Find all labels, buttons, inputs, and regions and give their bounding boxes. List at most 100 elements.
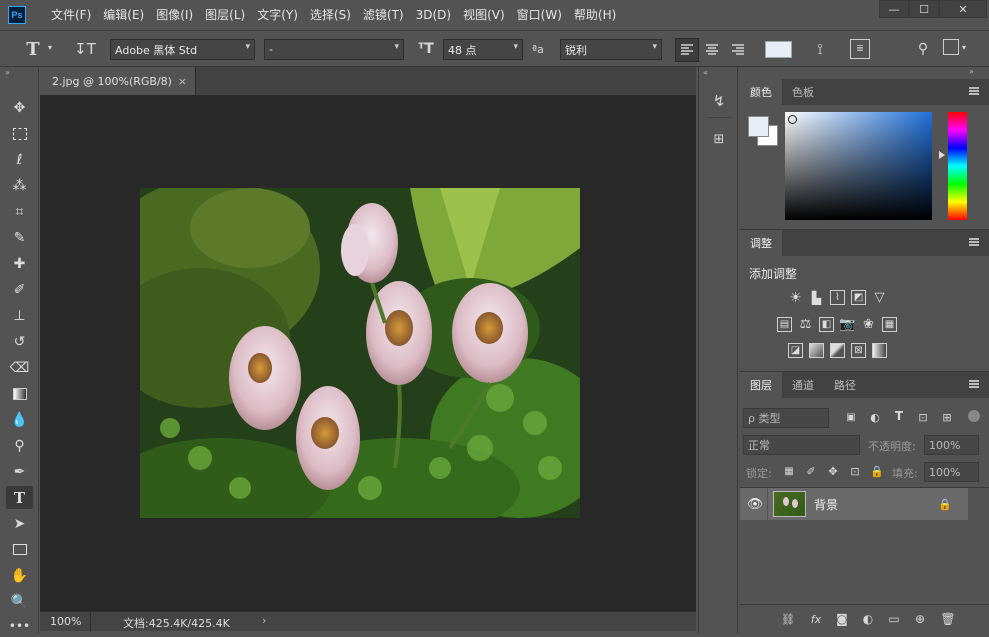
lock-all-icon[interactable]: 🔒 xyxy=(870,464,884,478)
filter-shape-icon[interactable]: ⊡ xyxy=(916,410,930,424)
tab-paths[interactable]: 路径 xyxy=(824,372,866,398)
pen-tool-icon[interactable]: ✒ xyxy=(6,460,33,483)
lasso-tool-icon[interactable]: ℓ xyxy=(6,148,33,171)
search-icon[interactable]: ⚲ xyxy=(913,39,933,59)
minimize-button[interactable]: — xyxy=(879,0,909,18)
align-right-button[interactable] xyxy=(727,39,749,61)
gradient-map-icon[interactable] xyxy=(872,343,887,358)
fill-input[interactable]: 100% xyxy=(924,462,979,482)
character-panel-icon[interactable]: ≣ xyxy=(850,39,870,59)
text-color-swatch[interactable] xyxy=(765,41,792,58)
chevron-down-icon[interactable]: ▾ xyxy=(962,43,966,52)
document-image[interactable] xyxy=(140,188,580,518)
move-tool-icon[interactable]: ✥ xyxy=(6,96,33,119)
color-lookup-icon[interactable]: ▦ xyxy=(882,317,897,332)
photo-filter-icon[interactable]: 📷 xyxy=(839,317,855,332)
more-tools-icon[interactable]: ••• xyxy=(6,614,33,637)
tab-channels[interactable]: 通道 xyxy=(782,372,824,398)
color-field[interactable] xyxy=(785,112,932,220)
history-brush-tool-icon[interactable]: ↺ xyxy=(6,330,33,353)
layer-name[interactable]: 背景 xyxy=(814,496,838,513)
filter-smart-object-icon[interactable]: ⊞ xyxy=(940,410,954,424)
invert-icon[interactable]: ◪ xyxy=(788,343,803,358)
zoom-tool-icon[interactable]: 🔍 xyxy=(6,590,33,613)
rectangle-tool-icon[interactable] xyxy=(6,538,33,561)
font-family-select[interactable]: Adobe 黑体 Std ▾ xyxy=(110,39,255,60)
filter-type-icon[interactable]: T xyxy=(892,409,906,423)
collapse-arrows-icon[interactable]: « xyxy=(703,68,708,77)
tab-color[interactable]: 颜色 xyxy=(740,79,782,105)
menu-filter[interactable]: 滤镜(T) xyxy=(357,0,410,30)
eraser-tool-icon[interactable]: ⌫ xyxy=(6,356,33,379)
chevron-down-icon[interactable]: ▾ xyxy=(48,43,52,52)
black-white-icon[interactable]: ◧ xyxy=(819,317,834,332)
dodge-tool-icon[interactable]: ⚲ xyxy=(6,434,33,457)
layer-filter-kind[interactable]: ρ 类型 xyxy=(743,408,829,428)
menu-image[interactable]: 图像(I) xyxy=(150,0,199,30)
filter-toggle[interactable] xyxy=(968,410,980,422)
history-panel-icon[interactable]: ↯ xyxy=(709,91,729,111)
panel-menu-icon[interactable] xyxy=(969,238,979,246)
opacity-input[interactable]: 100% xyxy=(924,435,979,455)
new-adjustment-layer-icon[interactable]: ◐ xyxy=(860,611,876,627)
hue-saturation-icon[interactable]: ▤ xyxy=(777,317,792,332)
collapse-arrows-icon[interactable]: » xyxy=(5,68,10,77)
menu-window[interactable]: 窗口(W) xyxy=(511,0,568,30)
menu-3d[interactable]: 3D(D) xyxy=(410,0,457,30)
zoom-level[interactable]: 100% xyxy=(50,615,81,628)
menu-help[interactable]: 帮助(H) xyxy=(568,0,622,30)
tab-swatches[interactable]: 色板 xyxy=(782,79,824,105)
font-style-select[interactable]: - ▾ xyxy=(264,39,404,60)
properties-panel-icon[interactable]: ⊞ xyxy=(709,129,729,149)
hue-slider[interactable] xyxy=(948,112,967,220)
hand-tool-icon[interactable]: ✋ xyxy=(6,564,33,587)
menu-view[interactable]: 视图(V) xyxy=(457,0,511,30)
status-menu-arrow[interactable]: › xyxy=(262,614,266,627)
align-left-button[interactable] xyxy=(675,38,699,62)
delete-layer-icon[interactable]: 🗑 xyxy=(940,611,956,627)
threshold-icon[interactable] xyxy=(830,343,845,358)
tab-adjustments[interactable]: 调整 xyxy=(740,230,782,256)
layer-row-background[interactable]: 👁 背景 🔒 xyxy=(740,488,968,520)
lock-position-icon[interactable]: ✥ xyxy=(826,464,840,478)
levels-icon[interactable]: ▙ xyxy=(809,290,824,305)
layer-thumbnail[interactable] xyxy=(773,491,806,517)
link-layers-icon[interactable]: ⛓ xyxy=(780,611,796,627)
menu-layer[interactable]: 图层(L) xyxy=(199,0,251,30)
filter-adjustment-icon[interactable]: ◐ xyxy=(868,410,882,424)
workspace-icon[interactable] xyxy=(943,39,959,55)
brightness-contrast-icon[interactable]: ☀ xyxy=(788,290,803,306)
filter-pixel-icon[interactable]: ▣ xyxy=(844,410,858,424)
gradient-tool-icon[interactable] xyxy=(6,382,33,405)
close-window-button[interactable]: ✕ xyxy=(939,0,987,18)
vibrance-icon[interactable]: ▽ xyxy=(872,290,887,305)
blend-mode-select[interactable]: 正常 xyxy=(743,435,860,455)
quick-selection-tool-icon[interactable]: ⁂ xyxy=(6,174,33,197)
new-layer-icon[interactable]: ⊕ xyxy=(912,611,928,627)
menu-edit[interactable]: 编辑(E) xyxy=(97,0,150,30)
crop-tool-icon[interactable]: ⌗ xyxy=(6,200,33,223)
visibility-eye-icon[interactable]: 👁 xyxy=(747,497,764,512)
text-orientation-icon[interactable]: ↧T xyxy=(73,37,97,61)
document-tab[interactable]: 2.jpg @ 100%(RGB/8) × xyxy=(40,67,196,95)
path-selection-tool-icon[interactable]: ➤ xyxy=(6,512,33,535)
exposure-icon[interactable]: ◩ xyxy=(851,290,866,305)
healing-brush-tool-icon[interactable]: ✚ xyxy=(6,252,33,275)
font-size-select[interactable]: 48 点 ▾ xyxy=(443,39,523,60)
curves-icon[interactable]: ⌇ xyxy=(830,290,845,305)
foreground-color-swatch[interactable] xyxy=(748,116,769,137)
brush-tool-icon[interactable]: ✐ xyxy=(6,278,33,301)
panel-menu-icon[interactable] xyxy=(969,87,979,95)
close-tab-icon[interactable]: × xyxy=(178,75,187,88)
hue-slider-handle[interactable] xyxy=(939,151,945,159)
tab-layers[interactable]: 图层 xyxy=(740,372,782,398)
clone-stamp-tool-icon[interactable]: ⊥ xyxy=(6,304,33,327)
lock-artboard-icon[interactable]: ⊡ xyxy=(848,464,862,478)
new-group-icon[interactable]: ▭ xyxy=(886,611,902,627)
color-balance-icon[interactable]: ⚖ xyxy=(798,317,813,332)
selective-color-icon[interactable]: ⊠ xyxy=(851,343,866,358)
menu-file[interactable]: 文件(F) xyxy=(45,0,97,30)
type-tool-icon[interactable]: T xyxy=(6,486,33,509)
lock-transparent-icon[interactable]: ▦ xyxy=(782,464,796,478)
marquee-tool-icon[interactable] xyxy=(6,122,33,145)
